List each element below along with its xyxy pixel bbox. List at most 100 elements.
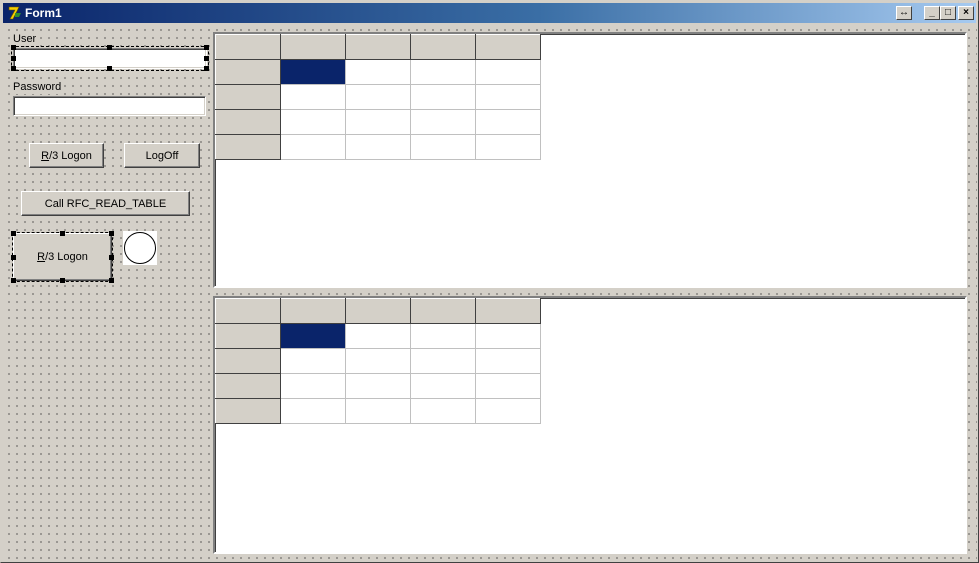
title-bar[interactable]: Form1 ↔ _ □ × [3,3,976,23]
selection-handle[interactable] [204,56,209,61]
grid-1-cells [215,34,541,160]
grid-cell[interactable] [410,398,476,424]
grid-cell[interactable] [345,109,411,135]
selection-handle[interactable] [109,231,114,236]
grid-cell[interactable] [475,323,541,349]
grid-cell[interactable] [280,373,346,399]
grid-cell[interactable] [410,109,476,135]
selection-handle[interactable] [107,66,112,71]
password-label: Password [12,81,63,94]
selection-handle[interactable] [11,231,16,236]
call-rfc-read-table-button[interactable]: Call RFC_READ_TABLE [21,191,190,216]
password-input[interactable] [13,96,206,116]
grid-cell[interactable] [410,59,476,85]
grid-fixed-cell[interactable] [345,298,411,324]
grid-fixed-cell[interactable] [280,298,346,324]
grid-row [215,323,541,349]
resize-arrows-button[interactable]: ↔ [896,6,912,20]
grid-cell[interactable] [475,59,541,85]
selection-handle[interactable] [204,66,209,71]
grid-cell[interactable] [280,134,346,160]
grid-cell[interactable] [345,373,411,399]
grid-cell[interactable] [345,84,411,110]
grid-fixed-cell[interactable] [475,298,541,324]
logon-accelerator: R [41,149,50,162]
grid-row [215,134,541,160]
selection-handle[interactable] [60,231,65,236]
grid-cell[interactable] [280,84,346,110]
grid-fixed-cell[interactable] [215,109,281,135]
status-shape[interactable] [123,231,157,265]
grid-fixed-cell[interactable] [215,298,281,324]
selection-handle[interactable] [109,278,114,283]
grid-cell[interactable] [410,348,476,374]
grid-fixed-cell[interactable] [215,398,281,424]
grid-fixed-cell[interactable] [475,34,541,60]
grid-fixed-cell[interactable] [215,323,281,349]
grid-fixed-cell[interactable] [215,34,281,60]
grid-fixed-cell[interactable] [215,373,281,399]
grid-cell[interactable] [280,59,346,85]
selection-handle[interactable] [11,255,16,260]
selection-handle[interactable] [60,278,65,283]
grid-row [215,398,541,424]
grid-cell[interactable] [410,373,476,399]
grid-row [215,34,541,60]
grid-cell[interactable] [475,373,541,399]
grid-fixed-cell[interactable] [215,59,281,85]
selection-handle[interactable] [11,66,16,71]
grid-row [215,59,541,85]
window-title: Form1 [25,6,62,20]
grid-cell[interactable] [475,398,541,424]
grid-cell[interactable] [280,348,346,374]
selection-handle[interactable] [109,255,114,260]
string-grid-2[interactable] [213,296,967,554]
grid-cell[interactable] [475,134,541,160]
grid-cell[interactable] [345,398,411,424]
grid-row [215,109,541,135]
selection-handle[interactable] [204,45,209,50]
close-button[interactable]: × [958,6,974,20]
selection-handle[interactable] [11,56,16,61]
grid-cell[interactable] [475,109,541,135]
selection-handle[interactable] [11,278,16,283]
grid-row [215,84,541,110]
delphi-app-icon [8,6,21,20]
grid-cell[interactable] [280,109,346,135]
string-grid-1[interactable] [213,32,967,288]
grid-2-cells [215,298,541,424]
logon-label: /3 Logon [49,149,92,162]
circle-icon [124,232,156,264]
form-client-area: User Password R/3 Logon LogOff Call RFC_… [3,24,977,561]
grid-cell[interactable] [280,398,346,424]
grid-fixed-cell[interactable] [215,84,281,110]
logon-2-label: /3 Logon [45,251,88,263]
grid-fixed-cell[interactable] [280,34,346,60]
grid-row [215,298,541,324]
grid-fixed-cell[interactable] [215,348,281,374]
grid-cell[interactable] [410,323,476,349]
maximize-button[interactable]: □ [940,6,956,20]
grid-fixed-cell[interactable] [410,34,476,60]
grid-fixed-cell[interactable] [345,34,411,60]
grid-row [215,373,541,399]
selection-handle[interactable] [11,45,16,50]
selection-handle[interactable] [107,45,112,50]
r3-logon-button[interactable]: R/3 Logon [29,143,104,168]
logon-2-accelerator: R [37,251,46,263]
grid-cell[interactable] [345,323,411,349]
minimize-button[interactable]: _ [924,6,940,20]
form1-window: Form1 ↔ _ □ × User Password R/3 Logon Lo… [0,0,979,563]
grid-cell[interactable] [475,84,541,110]
grid-fixed-cell[interactable] [410,298,476,324]
grid-cell[interactable] [475,348,541,374]
grid-fixed-cell[interactable] [215,134,281,160]
r3-logon-button-2[interactable]: R/3 Logon [13,233,112,281]
grid-cell[interactable] [345,134,411,160]
grid-cell[interactable] [345,59,411,85]
grid-cell[interactable] [410,134,476,160]
grid-cell[interactable] [410,84,476,110]
grid-cell[interactable] [280,323,346,349]
logoff-button[interactable]: LogOff [124,143,200,168]
grid-cell[interactable] [345,348,411,374]
